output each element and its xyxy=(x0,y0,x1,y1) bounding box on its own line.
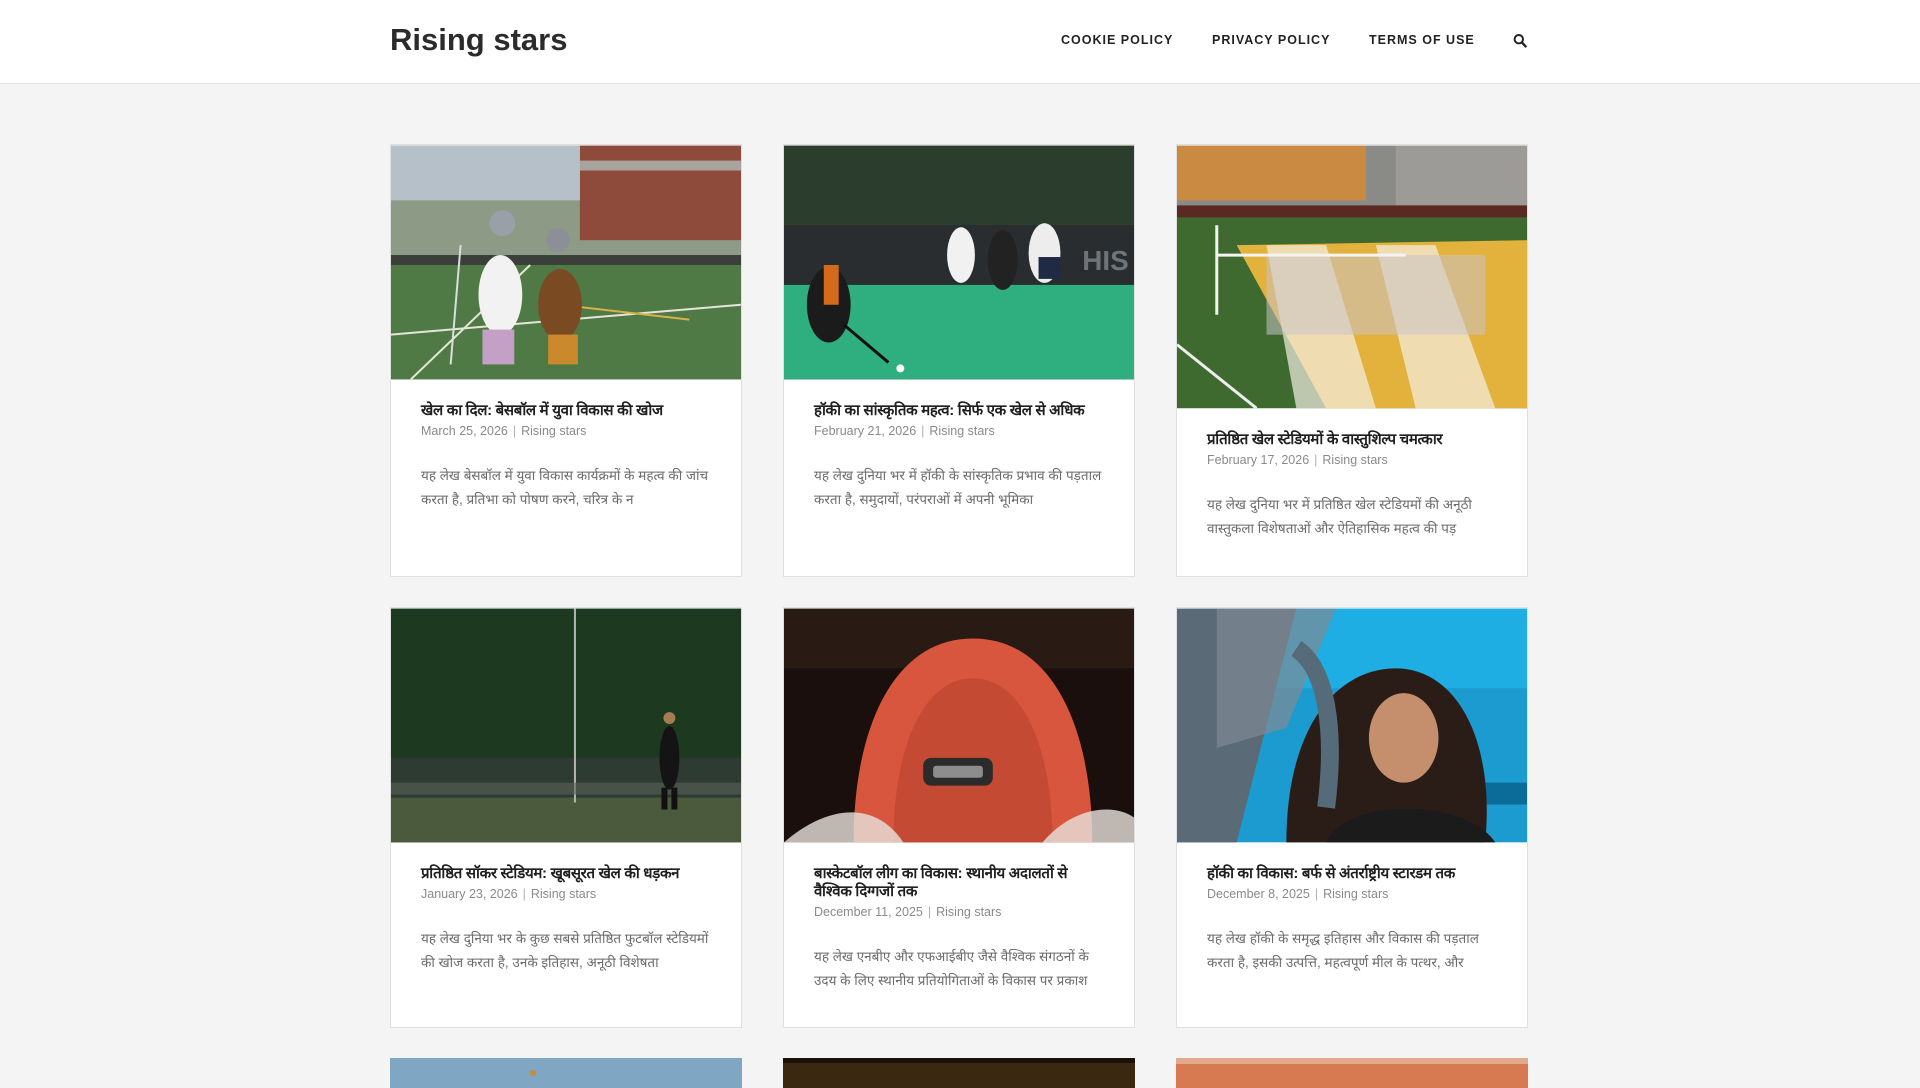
site-title[interactable]: Rising stars xyxy=(390,22,567,58)
post-title[interactable]: खेल का दिल: बेसबॉल में युवा विकास की खोज xyxy=(421,402,711,420)
arena-photo xyxy=(783,1058,1135,1088)
post-card[interactable]: प्रतिष्ठित खेल स्टेडियमों के वास्तुशिल्प… xyxy=(1176,144,1528,577)
search-icon[interactable] xyxy=(1513,33,1529,51)
post-category[interactable]: Rising stars xyxy=(936,905,1001,919)
post-card-partial[interactable] xyxy=(1176,1058,1528,1088)
post-title[interactable]: प्रतिष्ठित खेल स्टेडियमों के वास्तुशिल्प… xyxy=(1207,431,1497,449)
post-category[interactable]: Rising stars xyxy=(1322,453,1387,467)
post-excerpt: यह लेख एनबीए और एफआईबीए जैसे वैश्विक संग… xyxy=(814,949,1089,988)
post-category[interactable]: Rising stars xyxy=(521,424,586,438)
post-date: February 21, 2026 xyxy=(814,424,917,438)
post-card[interactable]: HIS H हॉकी का सांस्कृतिक महत्व: सिर्फ एक… xyxy=(783,144,1135,577)
field-hockey-players-photo[interactable]: HIS H xyxy=(784,145,1134,380)
post-card[interactable]: बास्केटबॉल लीग का विकास: स्थानीय अदालतों… xyxy=(783,607,1135,1028)
post-excerpt: यह लेख हॉकी के समृद्ध इतिहास और विकास की… xyxy=(1207,931,1479,970)
car-seat-photo[interactable] xyxy=(784,608,1134,843)
post-excerpt: यह लेख दुनिया भर में हॉकी के सांस्कृतिक … xyxy=(814,468,1102,507)
post-date: January 23, 2026 xyxy=(421,887,518,901)
nav-terms-of-use[interactable]: TERMS OF USE xyxy=(1369,33,1475,47)
post-title[interactable]: हॉकी का सांस्कृतिक महत्व: सिर्फ एक खेल स… xyxy=(814,402,1104,420)
post-category[interactable]: Rising stars xyxy=(929,424,994,438)
post-card[interactable]: खेल का दिल: बेसबॉल में युवा विकास की खोज… xyxy=(390,144,742,577)
site-header: Rising stars COOKIE POLICY PRIVACY POLIC… xyxy=(0,0,1920,84)
post-title[interactable]: बास्केटबॉल लीग का विकास: स्थानीय अदालतों… xyxy=(814,865,1104,901)
post-meta: January 23, 2026 | Rising stars xyxy=(421,887,597,901)
sky-photo xyxy=(390,1058,742,1088)
post-card-partial[interactable] xyxy=(390,1058,742,1088)
post-date: December 11, 2025 xyxy=(814,905,923,919)
post-card-partial[interactable] xyxy=(783,1058,1135,1088)
post-title[interactable]: प्रतिष्ठित सॉकर स्टेडियम: खूबसूरत खेल की… xyxy=(421,865,711,883)
post-meta: March 25, 2026 | Rising stars xyxy=(421,424,587,438)
post-title[interactable]: हॉकी का विकास: बर्फ से अंतर्राष्ट्रीय स्… xyxy=(1207,865,1497,883)
post-category[interactable]: Rising stars xyxy=(531,887,596,901)
post-excerpt: यह लेख दुनिया भर में प्रतिष्ठित खेल स्टे… xyxy=(1207,497,1472,536)
clay-court-photo xyxy=(1176,1058,1528,1088)
post-meta: February 17, 2026 | Rising stars xyxy=(1207,453,1388,467)
football-stadium-photo[interactable] xyxy=(1177,145,1527,409)
post-date: December 8, 2025 xyxy=(1207,887,1310,901)
woman-portrait-photo[interactable] xyxy=(1177,608,1527,843)
post-meta: December 8, 2025 | Rising stars xyxy=(1207,887,1389,901)
lacrosse-players-photo[interactable] xyxy=(391,145,741,380)
post-meta: February 21, 2026 | Rising stars xyxy=(814,424,995,438)
nav-privacy-policy[interactable]: PRIVACY POLICY xyxy=(1212,33,1330,47)
post-card[interactable]: हॉकी का विकास: बर्फ से अंतर्राष्ट्रीय स्… xyxy=(1176,607,1528,1028)
post-card[interactable]: प्रतिष्ठित सॉकर स्टेडियम: खूबसूरत खेल की… xyxy=(390,607,742,1028)
svg-text:HIS H: HIS H xyxy=(1082,245,1134,276)
post-category[interactable]: Rising stars xyxy=(1323,887,1388,901)
post-excerpt: यह लेख बेसबॉल में युवा विकास कार्यक्रमों… xyxy=(421,468,709,507)
post-date: February 17, 2026 xyxy=(1207,453,1310,467)
post-meta: December 11, 2025 | Rising stars xyxy=(814,905,1002,919)
post-date: March 25, 2026 xyxy=(421,424,508,438)
nav-cookie-policy[interactable]: COOKIE POLICY xyxy=(1061,33,1173,47)
soccer-field-photo[interactable] xyxy=(391,608,741,843)
post-excerpt: यह लेख दुनिया भर के कुछ सबसे प्रतिष्ठित … xyxy=(421,931,709,970)
